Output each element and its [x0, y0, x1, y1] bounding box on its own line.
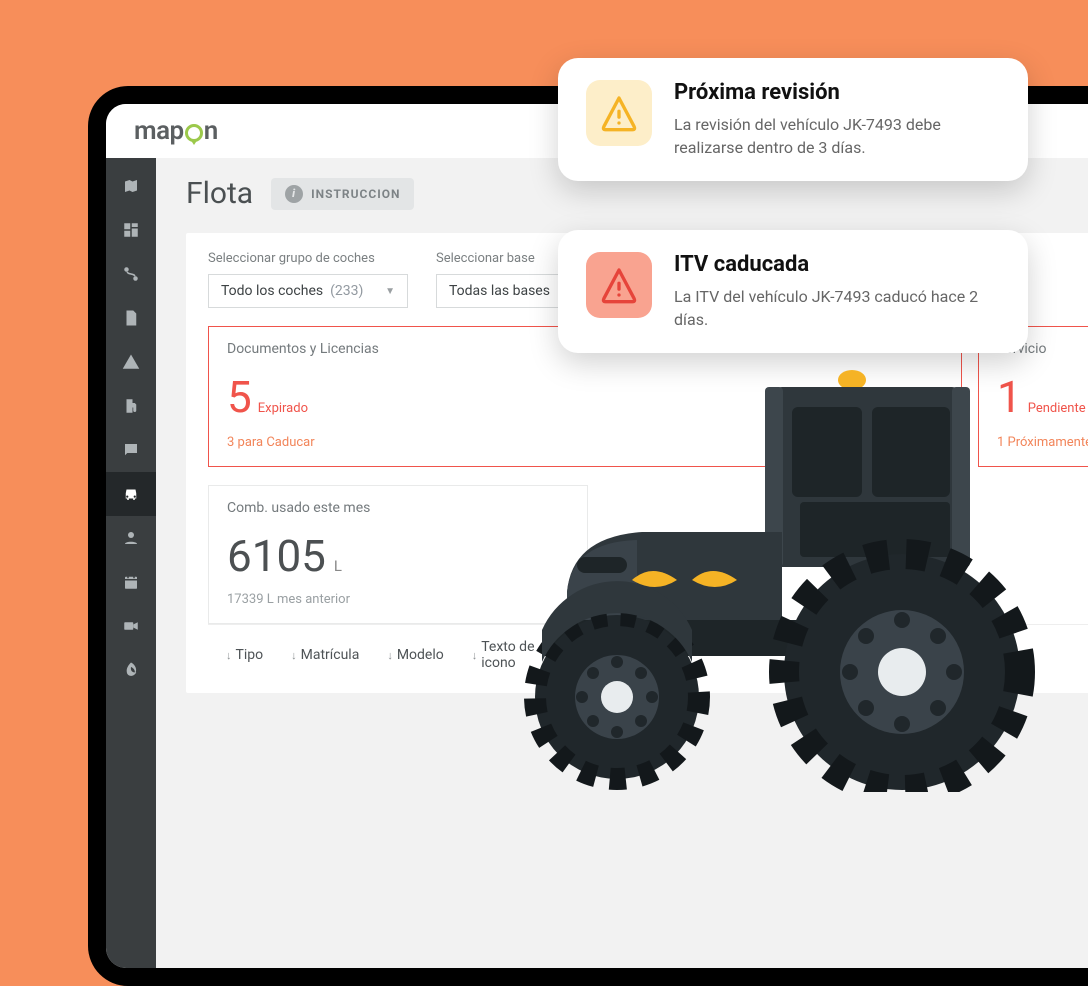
left-sidebar: [106, 158, 156, 968]
nav-users[interactable]: [106, 516, 156, 560]
card-fuel[interactable]: Comb. usado este mes 6105L 17339 L mes a…: [208, 485, 588, 624]
toast-itv-body: La ITV del vehículo JK-7493 caducó hace …: [674, 285, 1000, 331]
fleet-table-header: ↓Tipo ↓Matrícula ↓Modelo ↓Texto de icono: [208, 624, 1088, 675]
alert-icon: [586, 252, 652, 318]
warning-icon: [586, 80, 652, 146]
card-documents-sub: 3 para Caducar: [227, 435, 943, 450]
brand-logo: mapn: [134, 116, 218, 146]
nav-map[interactable]: [106, 164, 156, 208]
toast-revision[interactable]: Próxima revisión La revisión del vehícul…: [558, 58, 1028, 181]
nav-routes[interactable]: [106, 252, 156, 296]
instruction-button-label: INSTRUCCION: [311, 187, 400, 201]
chevron-down-icon: ▼: [385, 286, 395, 297]
card-fuel-sub: 17339 L mes anterior: [227, 592, 569, 607]
toast-itv[interactable]: ITV caducada La ITV del vehículo JK-7493…: [558, 230, 1028, 353]
toast-itv-title: ITV caducada: [674, 252, 1000, 277]
th-modelo[interactable]: ↓Modelo: [387, 639, 443, 671]
instruction-button[interactable]: i INSTRUCCION: [271, 178, 414, 210]
filter-vehicle-group: Seleccionar grupo de coches Todo los coc…: [208, 251, 408, 308]
nav-fleet[interactable]: [106, 472, 156, 516]
nav-calendar[interactable]: [106, 560, 156, 604]
card-service-sub: 1 Próximamente: [997, 435, 1088, 450]
select-vehicle-group[interactable]: Todo los coches (233) ▼: [208, 274, 408, 308]
filter-group-label: Seleccionar grupo de coches: [208, 251, 408, 266]
th-icono[interactable]: ↓Texto de icono: [472, 639, 552, 671]
page-title: Flota: [186, 176, 253, 211]
toast-revision-title: Próxima revisión: [674, 80, 1000, 105]
tablet-frame: mapn Flota: [88, 86, 1088, 986]
nav-documents[interactable]: [106, 296, 156, 340]
card-fuel-title: Comb. usado este mes: [227, 500, 569, 516]
nav-video[interactable]: [106, 604, 156, 648]
info-icon: i: [285, 185, 303, 203]
nav-fuel[interactable]: [106, 384, 156, 428]
nav-dashboard[interactable]: [106, 208, 156, 252]
nav-eco[interactable]: [106, 648, 156, 692]
th-matricula[interactable]: ↓Matrícula: [291, 639, 359, 671]
logo-pin-icon: [185, 124, 203, 142]
th-tipo[interactable]: ↓Tipo: [226, 639, 263, 671]
nav-alerts[interactable]: [106, 340, 156, 384]
nav-messages[interactable]: [106, 428, 156, 472]
toast-revision-body: La revisión del vehículo JK-7493 debe re…: [674, 113, 1000, 159]
